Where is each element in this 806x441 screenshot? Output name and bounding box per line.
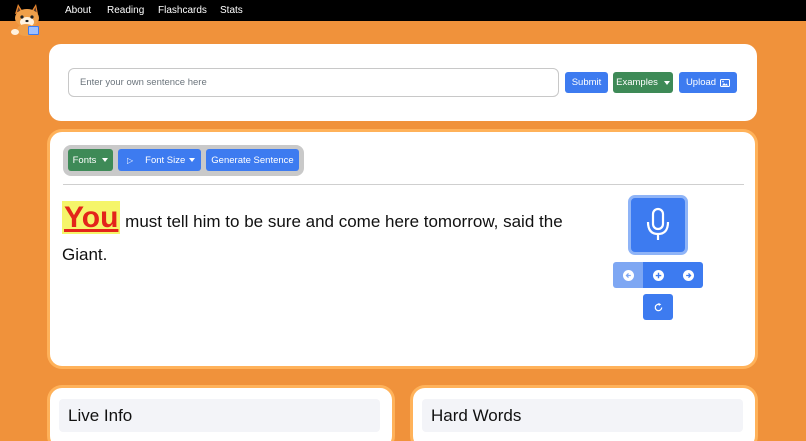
chevron-down-icon <box>663 80 670 85</box>
add-button[interactable] <box>643 262 673 288</box>
chevron-down-icon <box>189 158 196 162</box>
reading-toolbar: Fonts ▷ Font Size Generate Sentence <box>63 145 304 176</box>
live-info-card: Live Info <box>50 388 392 441</box>
font-size-label: Font Size <box>145 154 186 166</box>
upload-label: Upload <box>685 77 717 88</box>
sentence-input-card: Submit Examples Upload <box>49 44 757 121</box>
nav-about[interactable]: About <box>65 4 91 17</box>
sentence-input[interactable] <box>68 68 559 97</box>
reading-sentence: You must tell him to be sure and come he… <box>62 200 582 271</box>
submit-button[interactable]: Submit <box>565 72 608 93</box>
reset-button[interactable] <box>643 294 673 320</box>
hard-words-card: Hard Words <box>413 388 755 441</box>
hard-words-title: Hard Words <box>422 399 743 432</box>
microphone-icon <box>646 207 670 240</box>
arrow-right-icon <box>682 269 694 281</box>
chevron-down-icon <box>102 158 109 162</box>
font-size-dropdown-button[interactable]: ▷ Font Size <box>118 149 201 171</box>
upload-button[interactable]: Upload <box>679 72 737 93</box>
previous-word-button[interactable] <box>613 262 643 288</box>
nav-stats[interactable]: Stats <box>220 4 243 17</box>
generate-sentence-button[interactable]: Generate Sentence <box>206 149 299 171</box>
next-word-button[interactable] <box>673 262 703 288</box>
live-info-title: Live Info <box>59 399 380 432</box>
reading-card: Fonts ▷ Font Size Generate Sentence You … <box>50 132 755 366</box>
fonts-dropdown-button[interactable]: Fonts <box>68 149 113 171</box>
submit-label: Submit <box>571 77 602 88</box>
nav-reading[interactable]: Reading <box>107 4 144 17</box>
reset-icon <box>654 302 662 311</box>
microphone-button[interactable] <box>628 195 688 255</box>
sentence-rest: must tell him to be sure and come here t… <box>62 212 563 264</box>
highlighted-word[interactable]: You <box>62 201 121 234</box>
examples-label: Examples <box>616 77 658 88</box>
upload-image-icon <box>720 78 731 87</box>
arrow-left-icon <box>622 269 634 281</box>
examples-dropdown-button[interactable]: Examples <box>613 72 673 93</box>
toolbar-divider <box>63 184 744 185</box>
fox-logo-icon[interactable] <box>9 2 45 38</box>
plus-icon <box>652 269 664 281</box>
generate-sentence-label: Generate Sentence <box>211 154 294 166</box>
nav-flashcards[interactable]: Flashcards <box>158 4 207 17</box>
fonts-label: Fonts <box>72 154 97 166</box>
play-icon: ▷ <box>127 155 134 165</box>
top-navbar: About Reading Flashcards Stats <box>0 0 806 21</box>
